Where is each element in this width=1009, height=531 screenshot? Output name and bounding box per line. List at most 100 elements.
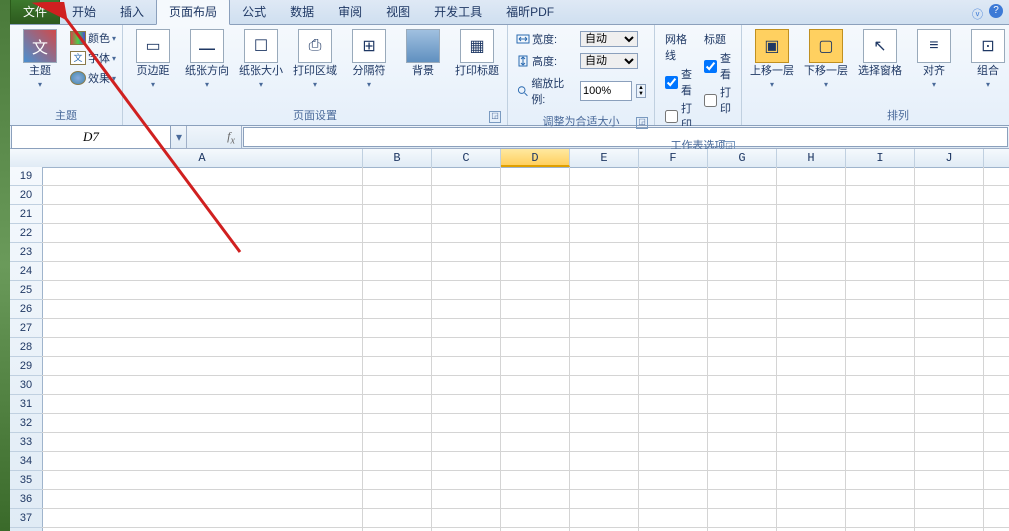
cell-C19[interactable] — [432, 167, 501, 185]
cell-I36[interactable] — [846, 490, 915, 508]
cell-E35[interactable] — [570, 471, 639, 489]
cell-B25[interactable] — [363, 281, 432, 299]
width-select[interactable]: 自动 — [580, 31, 638, 47]
cell-A35[interactable] — [42, 471, 363, 489]
cell-D34[interactable] — [501, 452, 570, 470]
cell-E21[interactable] — [570, 205, 639, 223]
cell-H20[interactable] — [777, 186, 846, 204]
align-button[interactable]: ≡对齐▾ — [908, 27, 960, 93]
cell-B21[interactable] — [363, 205, 432, 223]
cell-J24[interactable] — [915, 262, 984, 280]
col-header-C[interactable]: C — [432, 149, 501, 167]
cell-C20[interactable] — [432, 186, 501, 204]
row-header-28[interactable]: 28 — [10, 338, 42, 357]
cell-G32[interactable] — [708, 414, 777, 432]
cell-A31[interactable] — [42, 395, 363, 413]
cell-A26[interactable] — [42, 300, 363, 318]
cell-A21[interactable] — [42, 205, 363, 223]
cell-C24[interactable] — [432, 262, 501, 280]
cell-A32[interactable] — [42, 414, 363, 432]
cell-G37[interactable] — [708, 509, 777, 527]
cell-B34[interactable] — [363, 452, 432, 470]
cell-F33[interactable] — [639, 433, 708, 451]
col-header-J[interactable]: J — [915, 149, 984, 167]
cell-B22[interactable] — [363, 224, 432, 242]
theme-colors-button[interactable]: 颜色▾ — [68, 29, 118, 47]
cell-A30[interactable] — [42, 376, 363, 394]
cell-J25[interactable] — [915, 281, 984, 299]
cell-A33[interactable] — [42, 433, 363, 451]
row-header-29[interactable]: 29 — [10, 357, 42, 376]
cell-G33[interactable] — [708, 433, 777, 451]
cell-E28[interactable] — [570, 338, 639, 356]
cell-J29[interactable] — [915, 357, 984, 375]
cell-I22[interactable] — [846, 224, 915, 242]
cell-D27[interactable] — [501, 319, 570, 337]
cell-J35[interactable] — [915, 471, 984, 489]
scale-launcher[interactable]: ◲ — [636, 117, 648, 129]
cell-C32[interactable] — [432, 414, 501, 432]
cell-C26[interactable] — [432, 300, 501, 318]
themes-button[interactable]: 文 主题▾ — [14, 27, 66, 93]
cell-E36[interactable] — [570, 490, 639, 508]
ribbon-minimize-icon[interactable]: ⓥ — [972, 6, 983, 22]
cell-I23[interactable] — [846, 243, 915, 261]
breaks-button[interactable]: ⊞分隔符▾ — [343, 27, 395, 93]
cell-D19[interactable] — [501, 167, 570, 185]
cell-H34[interactable] — [777, 452, 846, 470]
print-titles-button[interactable]: ▦打印标题 — [451, 27, 503, 80]
tab-审阅[interactable]: 审阅 — [326, 0, 374, 24]
height-select[interactable]: 自动 — [580, 53, 638, 69]
cell-B20[interactable] — [363, 186, 432, 204]
cell-G20[interactable] — [708, 186, 777, 204]
cell-I31[interactable] — [846, 395, 915, 413]
cell-G23[interactable] — [708, 243, 777, 261]
cell-B27[interactable] — [363, 319, 432, 337]
cell-E24[interactable] — [570, 262, 639, 280]
cell-C25[interactable] — [432, 281, 501, 299]
cell-C31[interactable] — [432, 395, 501, 413]
cell-J26[interactable] — [915, 300, 984, 318]
row-header-35[interactable]: 35 — [10, 471, 42, 490]
cell-H19[interactable] — [777, 167, 846, 185]
row-header-26[interactable]: 26 — [10, 300, 42, 319]
cell-B31[interactable] — [363, 395, 432, 413]
cell-B35[interactable] — [363, 471, 432, 489]
col-header-A[interactable]: A — [42, 149, 363, 167]
cell-C23[interactable] — [432, 243, 501, 261]
col-header-H[interactable]: H — [777, 149, 846, 167]
cell-J28[interactable] — [915, 338, 984, 356]
print-area-button[interactable]: ⎙打印区域▾ — [289, 27, 341, 93]
cell-F20[interactable] — [639, 186, 708, 204]
row-header-21[interactable]: 21 — [10, 205, 42, 224]
cell-E23[interactable] — [570, 243, 639, 261]
cell-H35[interactable] — [777, 471, 846, 489]
tab-福昕PDF[interactable]: 福昕PDF — [494, 0, 566, 24]
cell-B19[interactable] — [363, 167, 432, 185]
cell-B36[interactable] — [363, 490, 432, 508]
cell-D33[interactable] — [501, 433, 570, 451]
col-header-G[interactable]: G — [708, 149, 777, 167]
cell-C35[interactable] — [432, 471, 501, 489]
theme-fonts-button[interactable]: 文字体▾ — [68, 49, 118, 67]
cell-H29[interactable] — [777, 357, 846, 375]
cell-F30[interactable] — [639, 376, 708, 394]
cell-D20[interactable] — [501, 186, 570, 204]
cell-D32[interactable] — [501, 414, 570, 432]
col-header-E[interactable]: E — [570, 149, 639, 167]
cell-A36[interactable] — [42, 490, 363, 508]
row-header-32[interactable]: 32 — [10, 414, 42, 433]
cell-F29[interactable] — [639, 357, 708, 375]
cell-C21[interactable] — [432, 205, 501, 223]
cell-C33[interactable] — [432, 433, 501, 451]
row-header-30[interactable]: 30 — [10, 376, 42, 395]
row-header-23[interactable]: 23 — [10, 243, 42, 262]
row-header-24[interactable]: 24 — [10, 262, 42, 281]
row-header-19[interactable]: 19 — [10, 167, 42, 186]
tab-插入[interactable]: 插入 — [108, 0, 156, 24]
cell-A28[interactable] — [42, 338, 363, 356]
cell-D21[interactable] — [501, 205, 570, 223]
cell-G31[interactable] — [708, 395, 777, 413]
cell-E29[interactable] — [570, 357, 639, 375]
cell-A22[interactable] — [42, 224, 363, 242]
